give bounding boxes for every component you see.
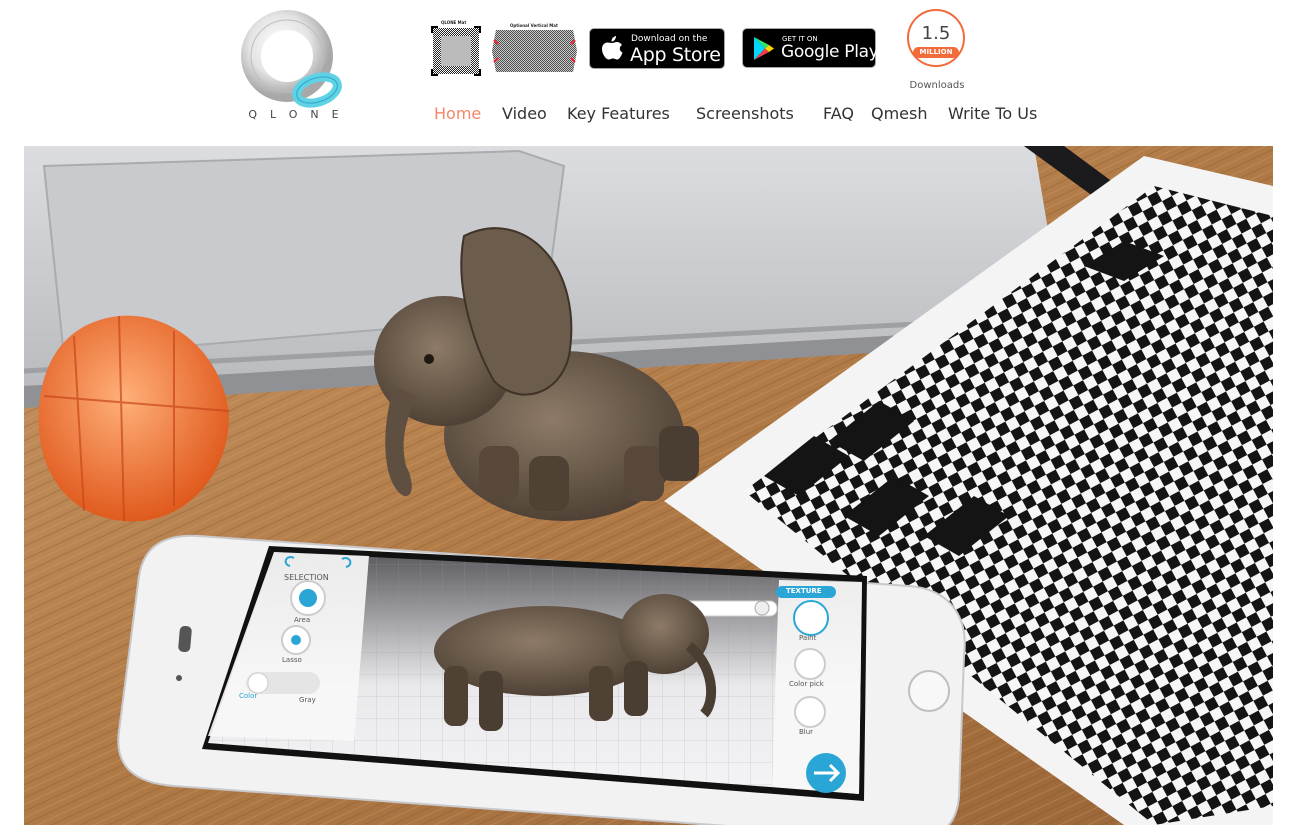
nav-faq[interactable]: FAQ [823,104,854,123]
vertical-mat-image [492,30,577,72]
nav-screenshots[interactable]: Screenshots [696,104,794,123]
downloads-label: Downloads [909,80,965,91]
blur-label: Blur [799,728,814,736]
nav-write-to-us[interactable]: Write To Us [948,104,1037,123]
nav-home[interactable]: Home [434,104,481,123]
qlone-logo-mark [241,10,342,108]
google-play-icon [754,37,774,60]
app-store-button[interactable]: Download on the App Store [589,28,725,69]
texture-label: TEXTURE [786,587,822,595]
nav-video[interactable]: Video [502,104,547,123]
toggle-gray-label: Gray [299,696,316,704]
google-play-big-text: Google Play [781,42,879,62]
hero-illustration [24,146,1273,825]
downloads-number: 1.5 [921,23,951,44]
phone [117,534,966,825]
qlone-mat-thumbnail[interactable] [431,26,481,76]
vertical-mat-thumbnail[interactable] [492,30,577,72]
selection-label: SELECTION [284,573,329,582]
qlone-mat-image [431,26,481,76]
qlone-logo[interactable]: QLONE [229,8,361,130]
qlone-mat-label: QLONE Mat [441,20,467,25]
hero-image: SELECTION Area Lasso Color Gray TEXTURE … [24,146,1273,825]
app-store-big-text: App Store [630,44,721,66]
apple-icon [602,36,623,60]
downloads-badge: 1.5 MILLION [907,9,965,67]
lasso-label: Lasso [282,656,302,664]
area-label: Area [294,616,311,624]
google-play-button[interactable]: GET IT ON Google Play [742,28,879,68]
paint-label: Paint [799,634,817,642]
toggle-color-label: Color [239,692,258,700]
nav-key-features[interactable]: Key Features [567,104,670,123]
app-store-small-text: Download on the [631,34,708,44]
nav-qmesh[interactable]: Qmesh [871,104,928,123]
color-pick-label: Color pick [789,680,824,688]
downloads-unit: MILLION [913,47,959,58]
vertical-mat-label: Optional Vertical Mat [510,23,558,28]
logo-text: QLONE [248,108,352,121]
